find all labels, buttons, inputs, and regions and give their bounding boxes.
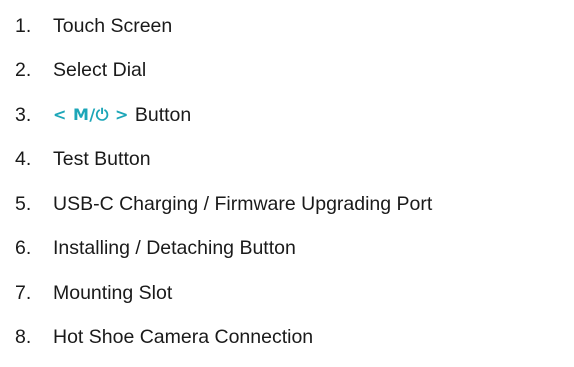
list-item: 3. < M/⏻ > Button bbox=[0, 93, 574, 138]
parts-list: 1. Touch Screen 2. Select Dial 3. < M/⏻ … bbox=[0, 4, 574, 360]
list-item: 1. Touch Screen bbox=[0, 4, 574, 49]
item-number: 7. bbox=[15, 281, 32, 304]
item-label: Touch Screen bbox=[53, 14, 173, 37]
item-number: 6. bbox=[15, 237, 32, 260]
item-number: 5. bbox=[15, 192, 32, 215]
item-number: 2. bbox=[15, 59, 32, 82]
item-number: 8. bbox=[15, 326, 32, 349]
list-item: 4. Test Button bbox=[0, 138, 574, 183]
item-label: Installing / Detaching Button bbox=[53, 237, 296, 260]
item-label: Test Button bbox=[53, 148, 151, 171]
list-item: 2. Select Dial bbox=[0, 49, 574, 94]
item-label: USB-C Charging / Firmware Upgrading Port bbox=[53, 192, 433, 215]
list-item: 6. Installing / Detaching Button bbox=[0, 227, 574, 272]
item-label: Button bbox=[134, 103, 192, 126]
item-number: 3. bbox=[15, 103, 32, 126]
item-label: Mounting Slot bbox=[53, 281, 173, 304]
list-item: 5. USB-C Charging / Firmware Upgrading P… bbox=[0, 182, 574, 227]
item-label: Select Dial bbox=[53, 59, 147, 82]
item-number: 4. bbox=[15, 148, 32, 171]
item-number: 1. bbox=[15, 14, 32, 37]
list-item: 8. Hot Shoe Camera Connection bbox=[0, 316, 574, 361]
list-item: 7. Mounting Slot bbox=[0, 271, 574, 316]
mode-power-glyph: < M/⏻ > bbox=[53, 105, 129, 125]
item-label: Hot Shoe Camera Connection bbox=[53, 326, 314, 349]
